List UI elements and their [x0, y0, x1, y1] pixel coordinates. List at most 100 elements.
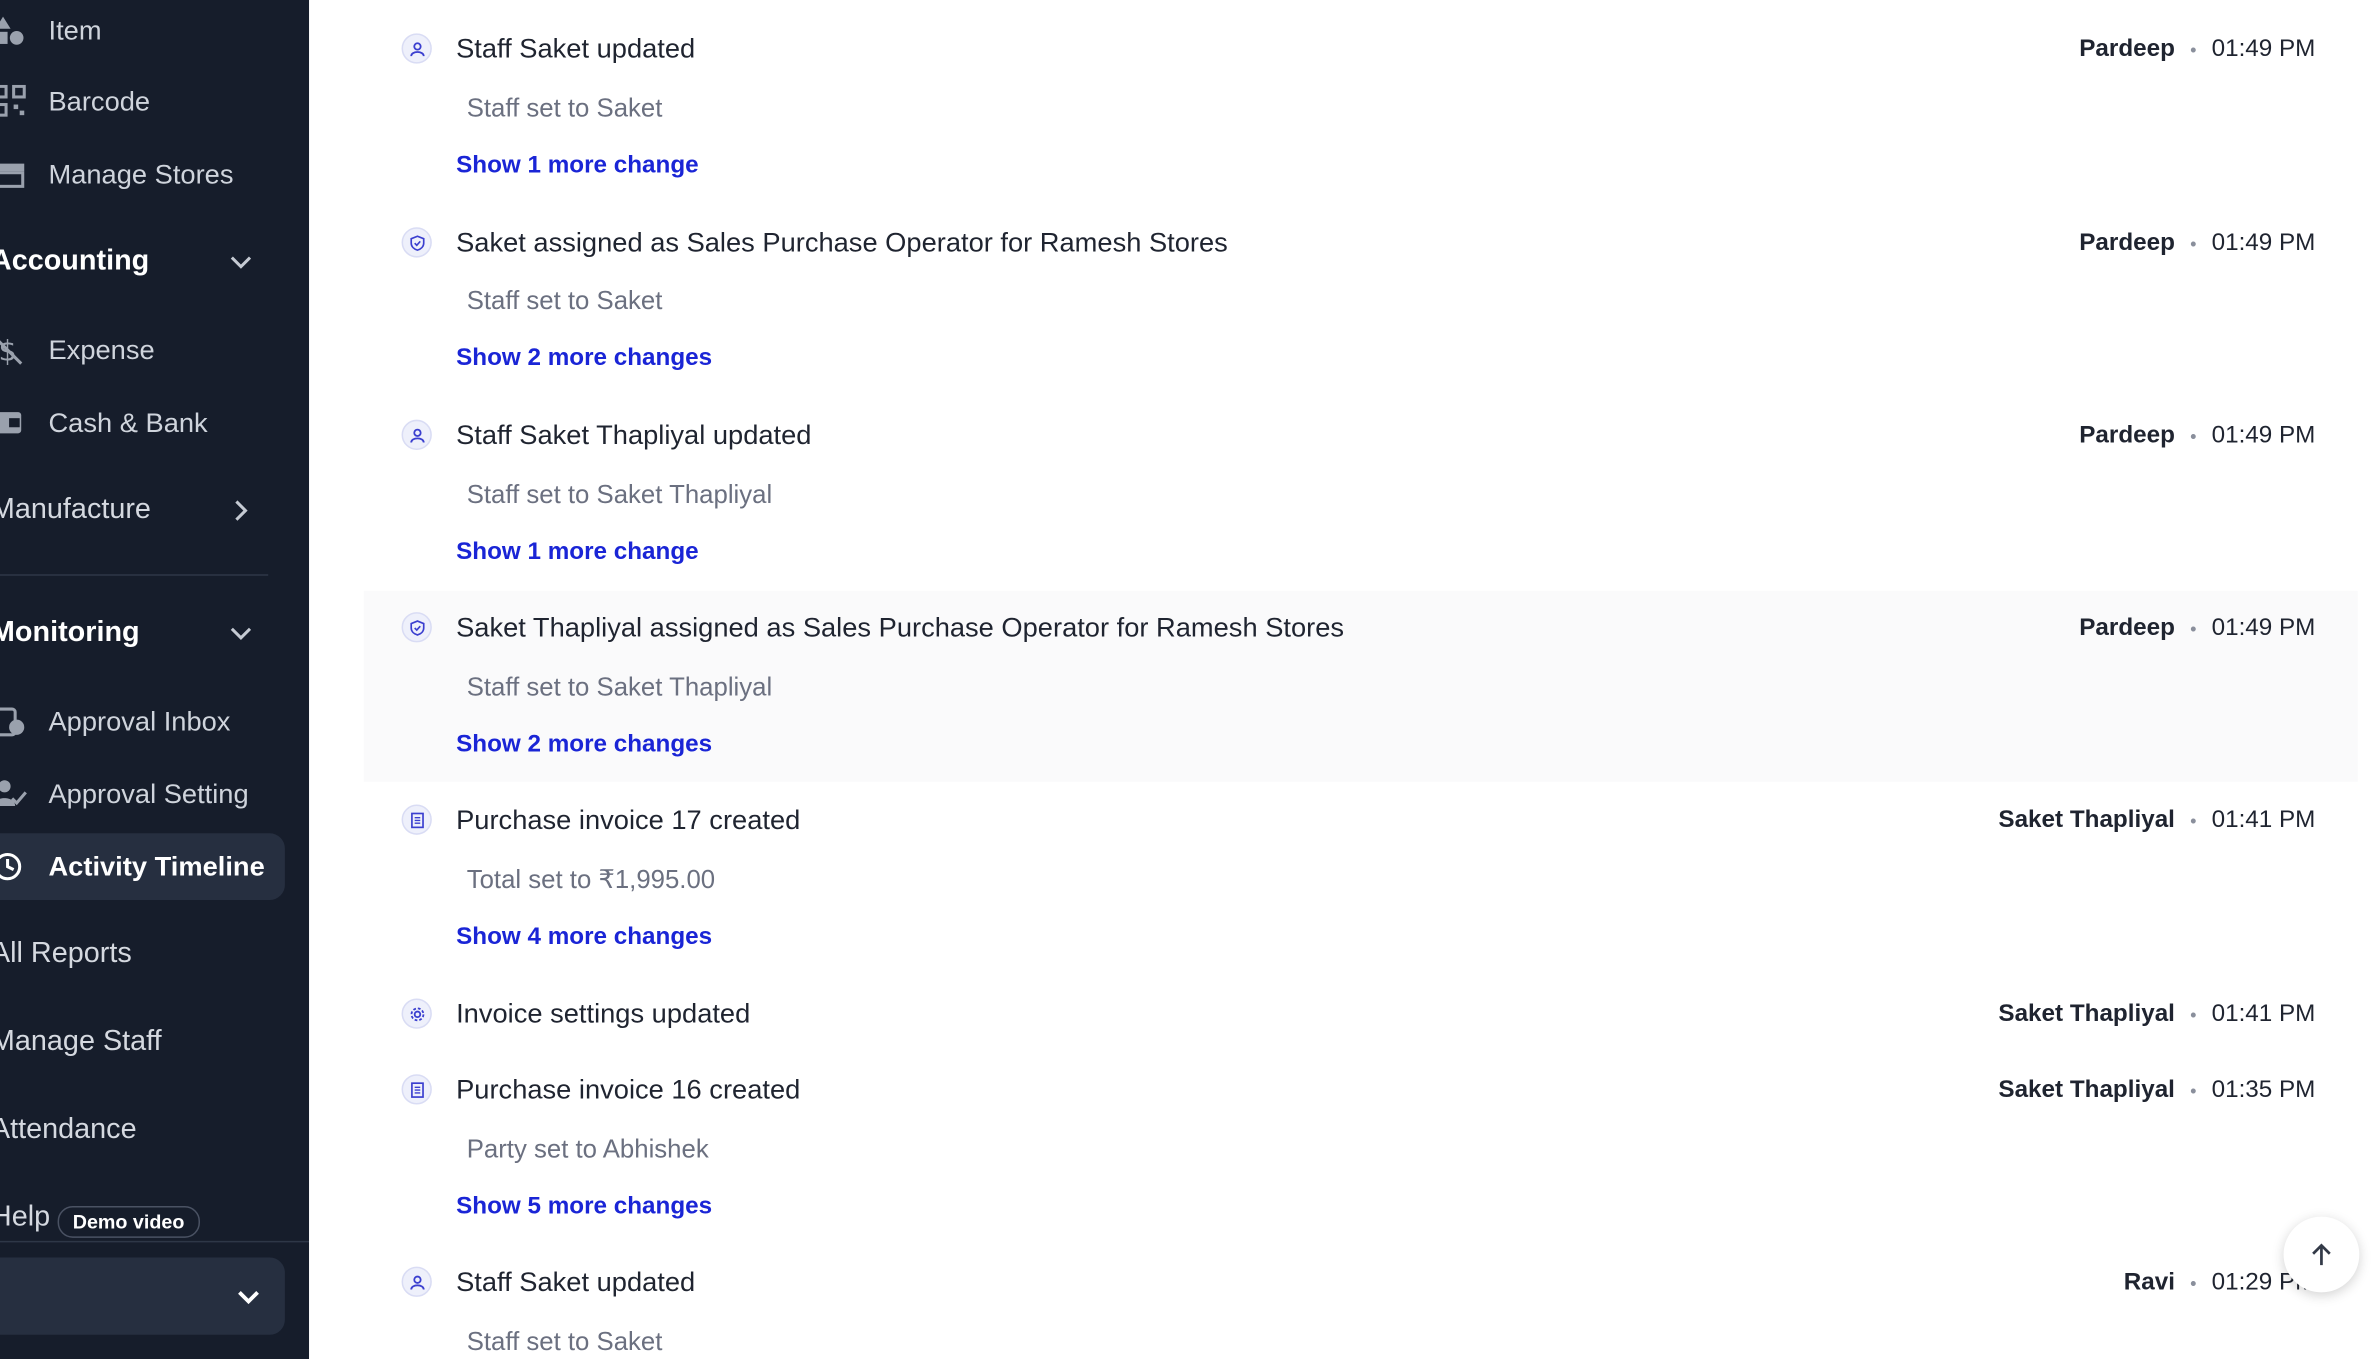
event-user: Ravi: [2123, 1269, 2175, 1296]
sidebar-item-manage-stores[interactable]: Manage Stores: [0, 141, 285, 208]
event-user: Pardeep: [2079, 422, 2175, 449]
event-meta: Pardeep • 01:49 PM: [2079, 36, 2315, 63]
sidebar-item-label: Expense: [48, 334, 155, 365]
section-accounting-label: Accounting: [0, 245, 150, 278]
show-more-changes-link[interactable]: Show 4 more changes: [456, 924, 712, 951]
invoice-icon: [401, 1074, 432, 1105]
shield-icon: [401, 227, 432, 258]
event-title: Saket assigned as Sales Purchase Operato…: [456, 227, 1228, 258]
arrow-up-icon: [2312, 1243, 2331, 1266]
event-title: Saket Thapliyal assigned as Sales Purcha…: [456, 612, 1345, 643]
section-accounting[interactable]: Accounting: [0, 229, 285, 296]
sidebar-item-expense[interactable]: $ Expense: [0, 317, 285, 384]
meta-separator: •: [2190, 425, 2197, 447]
meta-separator: •: [2190, 1272, 2197, 1294]
approval-inbox-icon: [0, 707, 25, 737]
help-label: Help: [0, 1201, 51, 1234]
manage-staff-label: Manage Staff: [0, 1025, 162, 1058]
activity-timeline: Staff Saket updated Pardeep • 01:49 PM S…: [309, 0, 2376, 1359]
show-more-changes-link[interactable]: Show 2 more changes: [456, 732, 712, 759]
sidebar-item-approval-setting[interactable]: Approval Setting: [0, 761, 285, 828]
shapes-icon: [0, 16, 24, 45]
section-monitoring[interactable]: Monitoring: [0, 600, 285, 667]
show-more-changes-link[interactable]: Show 2 more changes: [456, 345, 712, 372]
user-icon: [401, 1266, 432, 1297]
scroll-to-top-button[interactable]: [2283, 1216, 2360, 1293]
settings-icon: [401, 998, 432, 1029]
user-icon: [401, 419, 432, 450]
event-meta: Pardeep • 01:49 PM: [2079, 615, 2315, 642]
chevron-right-icon: [235, 500, 248, 521]
event-time: 01:49 PM: [2211, 36, 2316, 63]
meta-separator: •: [2190, 39, 2197, 61]
event-meta: Saket Thapliyal • 01:35 PM: [1998, 1077, 2315, 1104]
expense-icon: $: [0, 334, 23, 367]
event-user: Saket Thapliyal: [1998, 807, 2175, 834]
demo-video-badge[interactable]: Demo video: [57, 1206, 200, 1238]
meta-separator: •: [2190, 233, 2197, 255]
event-meta: Pardeep • 01:49 PM: [2079, 230, 2315, 257]
event-time: 01:49 PM: [2211, 615, 2316, 641]
event-title: Purchase invoice 16 created: [456, 1074, 801, 1105]
event-user: Saket Thapliyal: [1998, 1077, 2175, 1103]
company-switcher[interactable]: [0, 1257, 285, 1335]
sidebar-item-cash-bank[interactable]: Cash & Bank: [0, 389, 285, 456]
sidebar: Item Barcode Manage Stores Accounting Ex…: [0, 0, 310, 1359]
sidebar-divider: [0, 574, 269, 576]
event-title: Staff Saket updated: [456, 33, 696, 64]
event-title: Purchase invoice 17 created: [456, 804, 801, 835]
event-meta: Pardeep • 01:49 PM: [2079, 423, 2315, 450]
section-manufacture-label: Manufacture: [0, 493, 151, 526]
show-more-changes-link[interactable]: Show 5 more changes: [456, 1194, 712, 1221]
sidebar-item-label: Manage Stores: [48, 158, 234, 189]
event-change-description: Total set to ₹1,995.00: [466, 865, 716, 894]
event-meta: Saket Thapliyal • 01:41 PM: [1998, 1001, 2315, 1028]
sidebar-item-label: Barcode: [48, 85, 151, 116]
shield-icon: [401, 612, 432, 643]
sidebar-bottom-divider: [0, 1240, 310, 1243]
sidebar-item-label: Item: [48, 14, 102, 45]
barcode-icon: [0, 84, 26, 117]
event-time: 01:41 PM: [2211, 807, 2316, 834]
clock-icon: [0, 853, 22, 881]
wallet-icon: [0, 412, 22, 434]
invoice-icon: [401, 804, 432, 835]
event-user: Pardeep: [2079, 615, 2175, 641]
sidebar-item-barcode[interactable]: Barcode: [0, 68, 285, 135]
meta-separator: •: [2190, 618, 2197, 640]
event-user: Pardeep: [2079, 36, 2175, 63]
event-meta: Ravi • 01:29 PM: [2124, 1270, 2316, 1297]
sidebar-item-label: Approval Setting: [48, 778, 249, 809]
sidebar-item-label: Activity Timeline: [48, 850, 265, 882]
event-user: Saket Thapliyal: [1998, 1001, 2175, 1028]
approval-setting-icon: [0, 780, 27, 807]
section-monitoring-label: Monitoring: [0, 616, 140, 649]
event-change-description: Party set to Abhishek: [466, 1134, 709, 1164]
sidebar-item-item[interactable]: Item: [0, 0, 285, 64]
event-change-description: Staff set to Saket: [466, 1327, 663, 1357]
meta-separator: •: [2190, 1004, 2197, 1026]
sidebar-item-label: Approval Inbox: [48, 705, 231, 736]
event-title: Staff Saket Thapliyal updated: [456, 419, 812, 450]
user-icon: [401, 33, 432, 64]
all-reports-label: All Reports: [0, 937, 132, 970]
chevron-down-icon: [230, 256, 252, 269]
meta-separator: •: [2190, 810, 2197, 832]
sidebar-item-approval-inbox[interactable]: Approval Inbox: [0, 688, 285, 755]
event-change-description: Staff set to Saket: [466, 286, 663, 316]
section-manufacture[interactable]: Manufacture: [0, 477, 285, 544]
event-time: 01:35 PM: [2211, 1077, 2316, 1103]
event-change-description: Staff set to Saket: [466, 93, 663, 123]
chevron-down-icon: [230, 627, 252, 640]
event-meta: Saket Thapliyal • 01:41 PM: [1998, 808, 2315, 835]
event-time: 01:49 PM: [2211, 230, 2316, 257]
sidebar-item-label: Cash & Bank: [48, 406, 208, 438]
event-change-description: Staff set to Saket Thapliyal: [466, 480, 773, 510]
event-time: 01:41 PM: [2211, 1001, 2316, 1028]
chevron-down-icon: [238, 1291, 259, 1305]
store-icon: [0, 163, 25, 188]
sidebar-item-activity-timeline[interactable]: Activity Timeline: [0, 833, 285, 900]
event-title: Staff Saket updated: [456, 1266, 696, 1297]
show-more-changes-link[interactable]: Show 1 more change: [456, 153, 699, 180]
show-more-changes-link[interactable]: Show 1 more change: [456, 539, 699, 566]
